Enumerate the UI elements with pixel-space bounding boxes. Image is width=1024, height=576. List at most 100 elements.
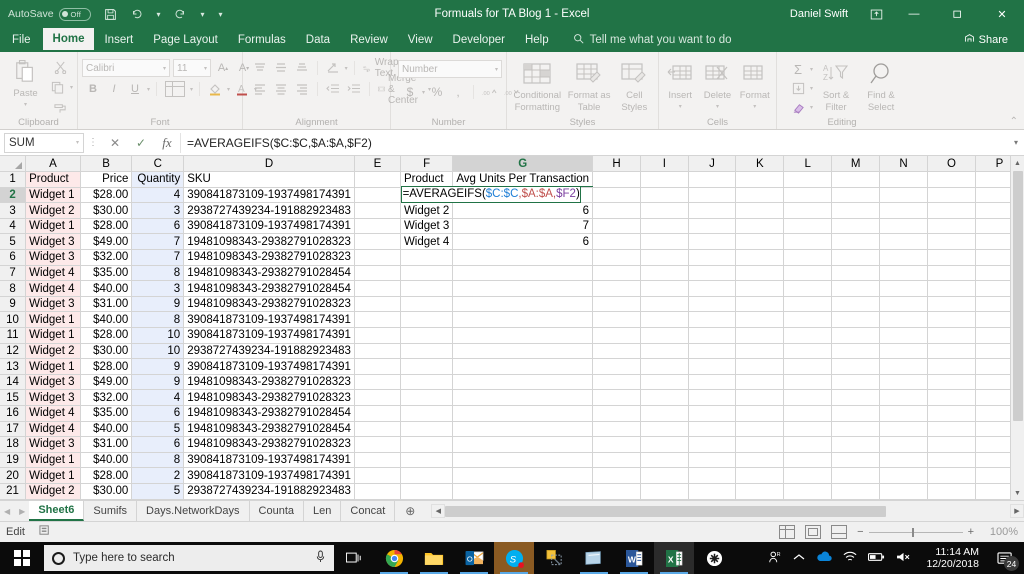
column-header-C[interactable]: C: [131, 156, 185, 173]
row-header-11[interactable]: 11: [0, 327, 27, 344]
cell-C18[interactable]: 6: [131, 436, 185, 453]
cell-K1[interactable]: [735, 171, 785, 188]
cell-H17[interactable]: [592, 421, 641, 438]
cell-I9[interactable]: [640, 296, 689, 313]
cell-N2[interactable]: [879, 187, 929, 204]
cell-J17[interactable]: [688, 421, 737, 438]
cell-G12[interactable]: [452, 343, 594, 360]
tab-formulas[interactable]: Formulas: [228, 28, 296, 52]
cell-L20[interactable]: [783, 467, 833, 484]
tab-help[interactable]: Help: [515, 28, 559, 52]
increase-indent-icon[interactable]: [345, 80, 363, 98]
cell-A21[interactable]: Widget 2: [25, 483, 81, 500]
cell-M19[interactable]: [831, 452, 881, 469]
cell-K3[interactable]: [735, 202, 785, 219]
chrome-icon[interactable]: [374, 542, 414, 574]
cell-M18[interactable]: [831, 436, 881, 453]
cell-J10[interactable]: [688, 311, 737, 329]
cell-O7[interactable]: [927, 265, 976, 282]
cell-A9[interactable]: Widget 3: [25, 296, 81, 313]
column-header-O[interactable]: O: [927, 156, 976, 173]
cell-M11[interactable]: [831, 327, 881, 344]
delete-cells-caret-icon[interactable]: ▾: [716, 102, 719, 113]
cell-L22[interactable]: [783, 499, 833, 500]
cell-M3[interactable]: [831, 202, 881, 219]
cell-J9[interactable]: [688, 296, 737, 313]
cell-F3[interactable]: Widget 2: [400, 202, 454, 219]
cell-I22[interactable]: [640, 499, 689, 500]
align-bottom-icon[interactable]: [293, 59, 311, 77]
cell-K20[interactable]: [735, 467, 785, 484]
cell-O5[interactable]: [927, 233, 976, 251]
align-right-icon[interactable]: [293, 80, 311, 98]
cell-E14[interactable]: [354, 374, 401, 391]
cell-A22[interactable]: Widget 1: [25, 499, 81, 500]
cell-I21[interactable]: [640, 483, 689, 500]
copy-icon[interactable]: [49, 78, 67, 96]
accounting-format-icon[interactable]: $: [401, 83, 419, 101]
cell-F20[interactable]: [400, 467, 454, 484]
cell-K9[interactable]: [735, 296, 785, 313]
cell-G6[interactable]: [452, 249, 594, 266]
cell-E2[interactable]: [354, 187, 401, 204]
cell-F11[interactable]: [400, 327, 454, 344]
cell-I5[interactable]: [640, 233, 689, 251]
cell-M6[interactable]: [831, 249, 881, 266]
horizontal-scrollbar[interactable]: ◀ ▶: [425, 501, 1024, 521]
cell-N16[interactable]: [879, 405, 929, 422]
cell-B8[interactable]: $40.00: [80, 280, 133, 297]
cell-K19[interactable]: [735, 452, 785, 469]
tab-data[interactable]: Data: [296, 28, 340, 52]
fill-caret-icon[interactable]: ▾: [810, 85, 813, 92]
cell-H1[interactable]: [592, 171, 641, 188]
cell-I15[interactable]: [640, 389, 689, 406]
font-size-caret-icon[interactable]: ▾: [204, 65, 207, 72]
cell-L14[interactable]: [783, 374, 833, 391]
cell-N21[interactable]: [879, 483, 929, 500]
italic-button[interactable]: I: [105, 80, 123, 98]
cell-I16[interactable]: [640, 405, 689, 422]
cell-B14[interactable]: $49.00: [80, 374, 133, 391]
sheet-tab-len[interactable]: Len: [304, 501, 342, 521]
cell-H7[interactable]: [592, 265, 641, 282]
formula-input[interactable]: =AVERAGEIFS($C:$C,$A:$A,$F2): [180, 132, 1014, 153]
file-explorer-icon[interactable]: [414, 542, 454, 574]
cell-E9[interactable]: [354, 296, 401, 313]
tab-page-layout[interactable]: Page Layout: [143, 28, 228, 52]
notifications-icon[interactable]: 24: [994, 547, 1019, 571]
font-size-box[interactable]: 11 ▾: [173, 59, 211, 77]
cell-I20[interactable]: [640, 467, 689, 484]
cell-H11[interactable]: [592, 327, 641, 344]
font-name-box[interactable]: Calibri ▾: [82, 59, 170, 77]
borders-icon[interactable]: [163, 80, 187, 98]
cell-A19[interactable]: Widget 1: [25, 452, 81, 469]
snipping-tool-icon[interactable]: [534, 542, 574, 574]
restore-button[interactable]: [936, 0, 980, 28]
row-header-7[interactable]: 7: [0, 265, 27, 282]
column-header-G[interactable]: G: [452, 156, 594, 173]
cell-G14[interactable]: [452, 374, 594, 391]
cell-editor-G2[interactable]: =AVERAGEIFS($C:$C, $A:$A, $F2): [400, 186, 581, 203]
cell-F15[interactable]: [400, 389, 454, 406]
cell-L2[interactable]: [783, 187, 833, 204]
cell-C5[interactable]: 7: [131, 233, 185, 251]
row-header-21[interactable]: 21: [0, 483, 27, 500]
volume-muted-icon[interactable]: [896, 551, 911, 566]
start-button-icon[interactable]: [0, 542, 44, 574]
row-header-16[interactable]: 16: [0, 405, 27, 422]
column-header-K[interactable]: K: [735, 156, 785, 173]
cell-J1[interactable]: [688, 171, 737, 188]
cell-A4[interactable]: Widget 1: [25, 218, 81, 235]
cell-O12[interactable]: [927, 343, 976, 360]
cell-F19[interactable]: [400, 452, 454, 469]
orientation-caret-icon[interactable]: ▾: [345, 65, 348, 72]
cell-E4[interactable]: [354, 218, 401, 235]
column-header-J[interactable]: J: [688, 156, 737, 173]
row-header-19[interactable]: 19: [0, 452, 27, 469]
cell-M17[interactable]: [831, 421, 881, 438]
cell-A2[interactable]: Widget 1: [25, 187, 81, 204]
cell-J16[interactable]: [688, 405, 737, 422]
cell-O4[interactable]: [927, 218, 976, 235]
cell-F22[interactable]: [400, 499, 454, 500]
cell-F12[interactable]: [400, 343, 454, 360]
